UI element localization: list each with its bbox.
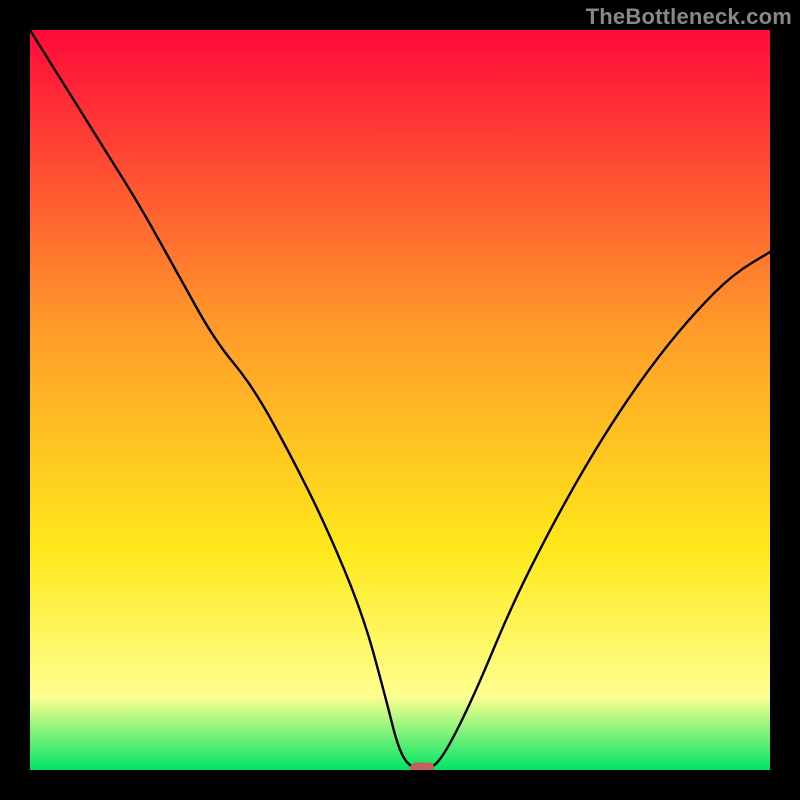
chart-background: [30, 30, 770, 770]
chart-frame: TheBottleneck.com: [0, 0, 800, 800]
plot-area: [30, 30, 770, 770]
chart-svg: [30, 30, 770, 770]
watermark-text: TheBottleneck.com: [586, 4, 792, 30]
optimum-marker: [410, 763, 434, 771]
